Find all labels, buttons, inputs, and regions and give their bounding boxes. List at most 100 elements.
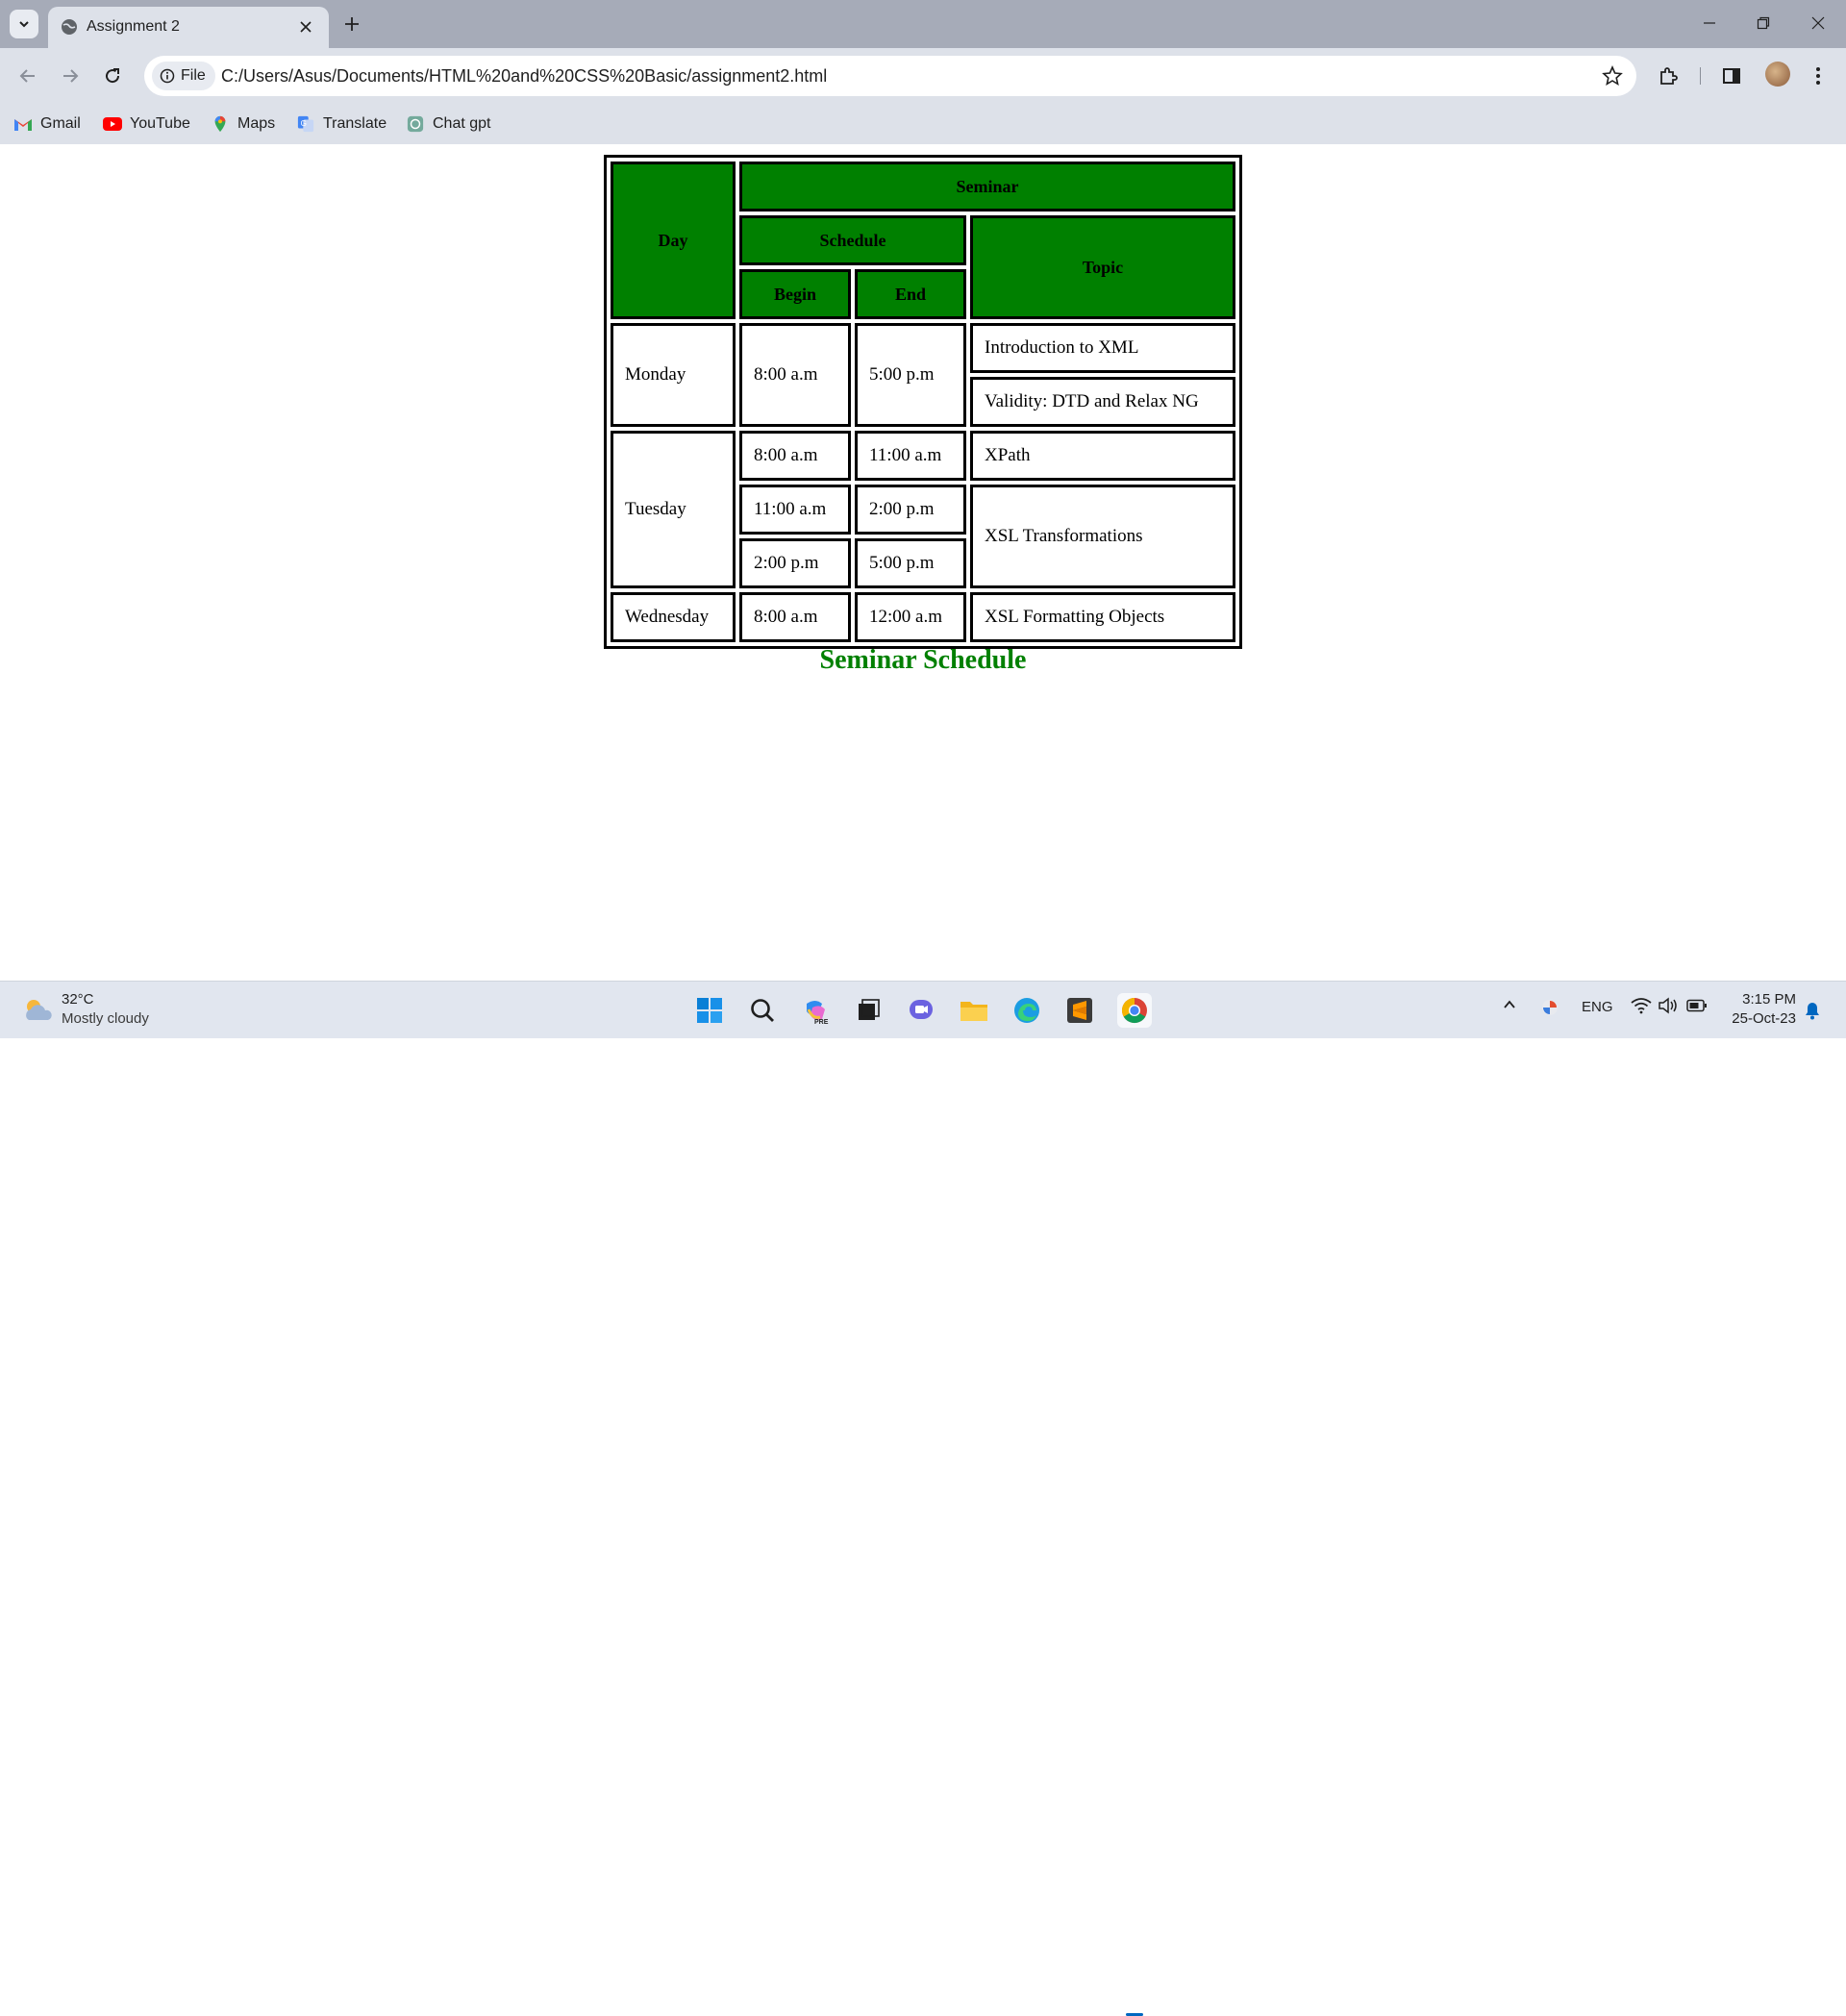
url-text[interactable]: C:/Users/Asus/Documents/HTML%20and%20CSS… xyxy=(221,66,827,87)
cell-topic: Introduction to XML xyxy=(970,323,1235,373)
new-tab-button[interactable] xyxy=(338,11,365,37)
minimize-icon xyxy=(1704,22,1715,24)
close-window-button[interactable] xyxy=(1805,12,1832,35)
extensions-button[interactable] xyxy=(1656,63,1681,88)
cell-end: 5:00 p.m xyxy=(855,323,966,427)
bookmark-translate[interactable]: G Translate xyxy=(296,112,387,137)
side-panel-button[interactable] xyxy=(1719,63,1744,88)
bookmarks-bar: Gmail YouTube Maps G Translate Chat gpt xyxy=(0,104,1846,144)
taskbar-search-button[interactable] xyxy=(745,993,780,1028)
bell-icon xyxy=(1806,1003,1819,1020)
cell-begin: 8:00 a.m xyxy=(739,592,851,642)
tray-app-button[interactable] xyxy=(1540,998,1559,1021)
header-seminar: Seminar xyxy=(739,162,1235,212)
translate-icon: G xyxy=(297,115,314,133)
header-end: End xyxy=(855,269,966,319)
reload-icon xyxy=(106,68,120,84)
file-chip-label: File xyxy=(181,67,206,84)
page-content: Day Seminar Schedule Topic Begin End Mon… xyxy=(0,144,1846,981)
notifications-button[interactable] xyxy=(1804,1001,1821,1024)
clock-date[interactable]: 25-Oct-23 xyxy=(1721,1010,1796,1027)
cloudy-weather-icon[interactable] xyxy=(21,997,54,1024)
bookmark-gmail[interactable]: Gmail xyxy=(13,112,81,137)
header-day: Day xyxy=(611,162,736,319)
puzzle-icon xyxy=(1660,67,1678,85)
show-hidden-icons-button[interactable] xyxy=(1502,997,1517,1016)
more-vertical-icon xyxy=(1816,67,1820,85)
menu-button[interactable] xyxy=(1806,63,1831,88)
edge-icon xyxy=(1014,998,1039,1023)
side-panel-icon xyxy=(1723,68,1740,84)
tab-strip: Assignment 2 xyxy=(0,0,1846,48)
restore-button[interactable] xyxy=(1750,12,1777,35)
restore-icon xyxy=(1757,16,1770,30)
bookmark-chat-gpt[interactable]: Chat gpt xyxy=(406,112,490,137)
bookmark-label: Chat gpt xyxy=(433,115,491,132)
battery-icon xyxy=(1686,999,1707,1012)
chrome-icon xyxy=(1121,997,1147,1024)
tab-assignment-2[interactable]: Assignment 2 xyxy=(48,7,329,48)
cell-end: 11:00 a.m xyxy=(855,431,966,481)
cell-topic: XSL Formatting Objects xyxy=(970,592,1235,642)
weather-description[interactable]: Mostly cloudy xyxy=(62,1010,149,1027)
close-icon xyxy=(1811,16,1825,30)
bookmark-youtube[interactable]: YouTube xyxy=(103,112,190,137)
battery-status[interactable] xyxy=(1686,999,1708,1016)
wifi-icon xyxy=(1631,998,1652,1014)
teams-chat-button[interactable] xyxy=(904,993,938,1028)
copilot-preview-button[interactable]: PRE xyxy=(798,993,833,1028)
sublime-text-icon xyxy=(1067,998,1092,1023)
wifi-status[interactable] xyxy=(1631,997,1652,1018)
close-icon xyxy=(300,21,312,33)
info-icon xyxy=(160,68,175,84)
bookmark-label: Translate xyxy=(323,115,387,132)
globe-icon xyxy=(62,19,77,35)
back-button[interactable] xyxy=(13,62,42,90)
bookmark-label: YouTube xyxy=(130,115,190,132)
cell-begin: 8:00 a.m xyxy=(739,323,851,427)
plus-icon xyxy=(345,17,359,31)
chrome-taskbar-button[interactable] xyxy=(1117,993,1152,1028)
tab-search-button[interactable] xyxy=(10,10,38,38)
taskbar: 32°C Mostly cloudy PRE ENG 3:15 PM 25-Oc… xyxy=(0,981,1846,2016)
header-schedule: Schedule xyxy=(739,215,966,265)
site-info-chip[interactable]: File xyxy=(152,62,215,90)
chat-video-icon xyxy=(910,1000,933,1019)
volume-status[interactable] xyxy=(1658,997,1679,1018)
minimize-button[interactable] xyxy=(1696,12,1723,35)
language-indicator[interactable]: ENG xyxy=(1582,999,1613,1015)
cell-day-wednesday: Wednesday xyxy=(611,592,736,642)
start-button[interactable] xyxy=(692,993,727,1028)
browser-toolbar: File C:/Users/Asus/Documents/HTML%20and%… xyxy=(0,48,1846,104)
header-topic: Topic xyxy=(970,215,1235,319)
windows-logo-icon xyxy=(697,998,722,1023)
file-explorer-button[interactable] xyxy=(957,993,991,1028)
arrow-left-icon xyxy=(19,69,35,83)
youtube-icon xyxy=(103,117,122,131)
bookmark-maps[interactable]: Maps xyxy=(211,112,275,137)
svg-text:PRE: PRE xyxy=(814,1019,829,1025)
profile-avatar[interactable] xyxy=(1765,62,1790,87)
task-view-button[interactable] xyxy=(851,993,886,1028)
forward-button[interactable] xyxy=(56,62,85,90)
seminar-schedule-table: Day Seminar Schedule Topic Begin End Mon… xyxy=(604,155,1242,649)
cell-topic: XSL Transformations xyxy=(970,485,1235,588)
cell-topic: XPath xyxy=(970,431,1235,481)
address-bar[interactable]: File C:/Users/Asus/Documents/HTML%20and%… xyxy=(144,56,1636,96)
sublime-text-button[interactable] xyxy=(1062,993,1097,1028)
bookmark-label: Gmail xyxy=(40,115,81,132)
gmail-icon xyxy=(14,119,32,131)
cell-end: 2:00 p.m xyxy=(855,485,966,535)
tab-close-button[interactable] xyxy=(296,17,315,37)
chevron-up-icon xyxy=(1504,1000,1515,1008)
weather-temperature[interactable]: 32°C xyxy=(62,991,94,1008)
edge-browser-button[interactable] xyxy=(1010,993,1044,1028)
bookmark-star-icon[interactable] xyxy=(1602,65,1623,87)
cell-topic: Validity: DTD and Relax NG xyxy=(970,377,1235,427)
chatgpt-icon xyxy=(407,115,424,133)
clock-time[interactable]: 3:15 PM xyxy=(1740,991,1796,1008)
reload-button[interactable] xyxy=(98,62,127,90)
cell-begin: 2:00 p.m xyxy=(739,538,851,588)
toolbar-divider xyxy=(1700,67,1701,85)
search-icon xyxy=(751,999,774,1022)
